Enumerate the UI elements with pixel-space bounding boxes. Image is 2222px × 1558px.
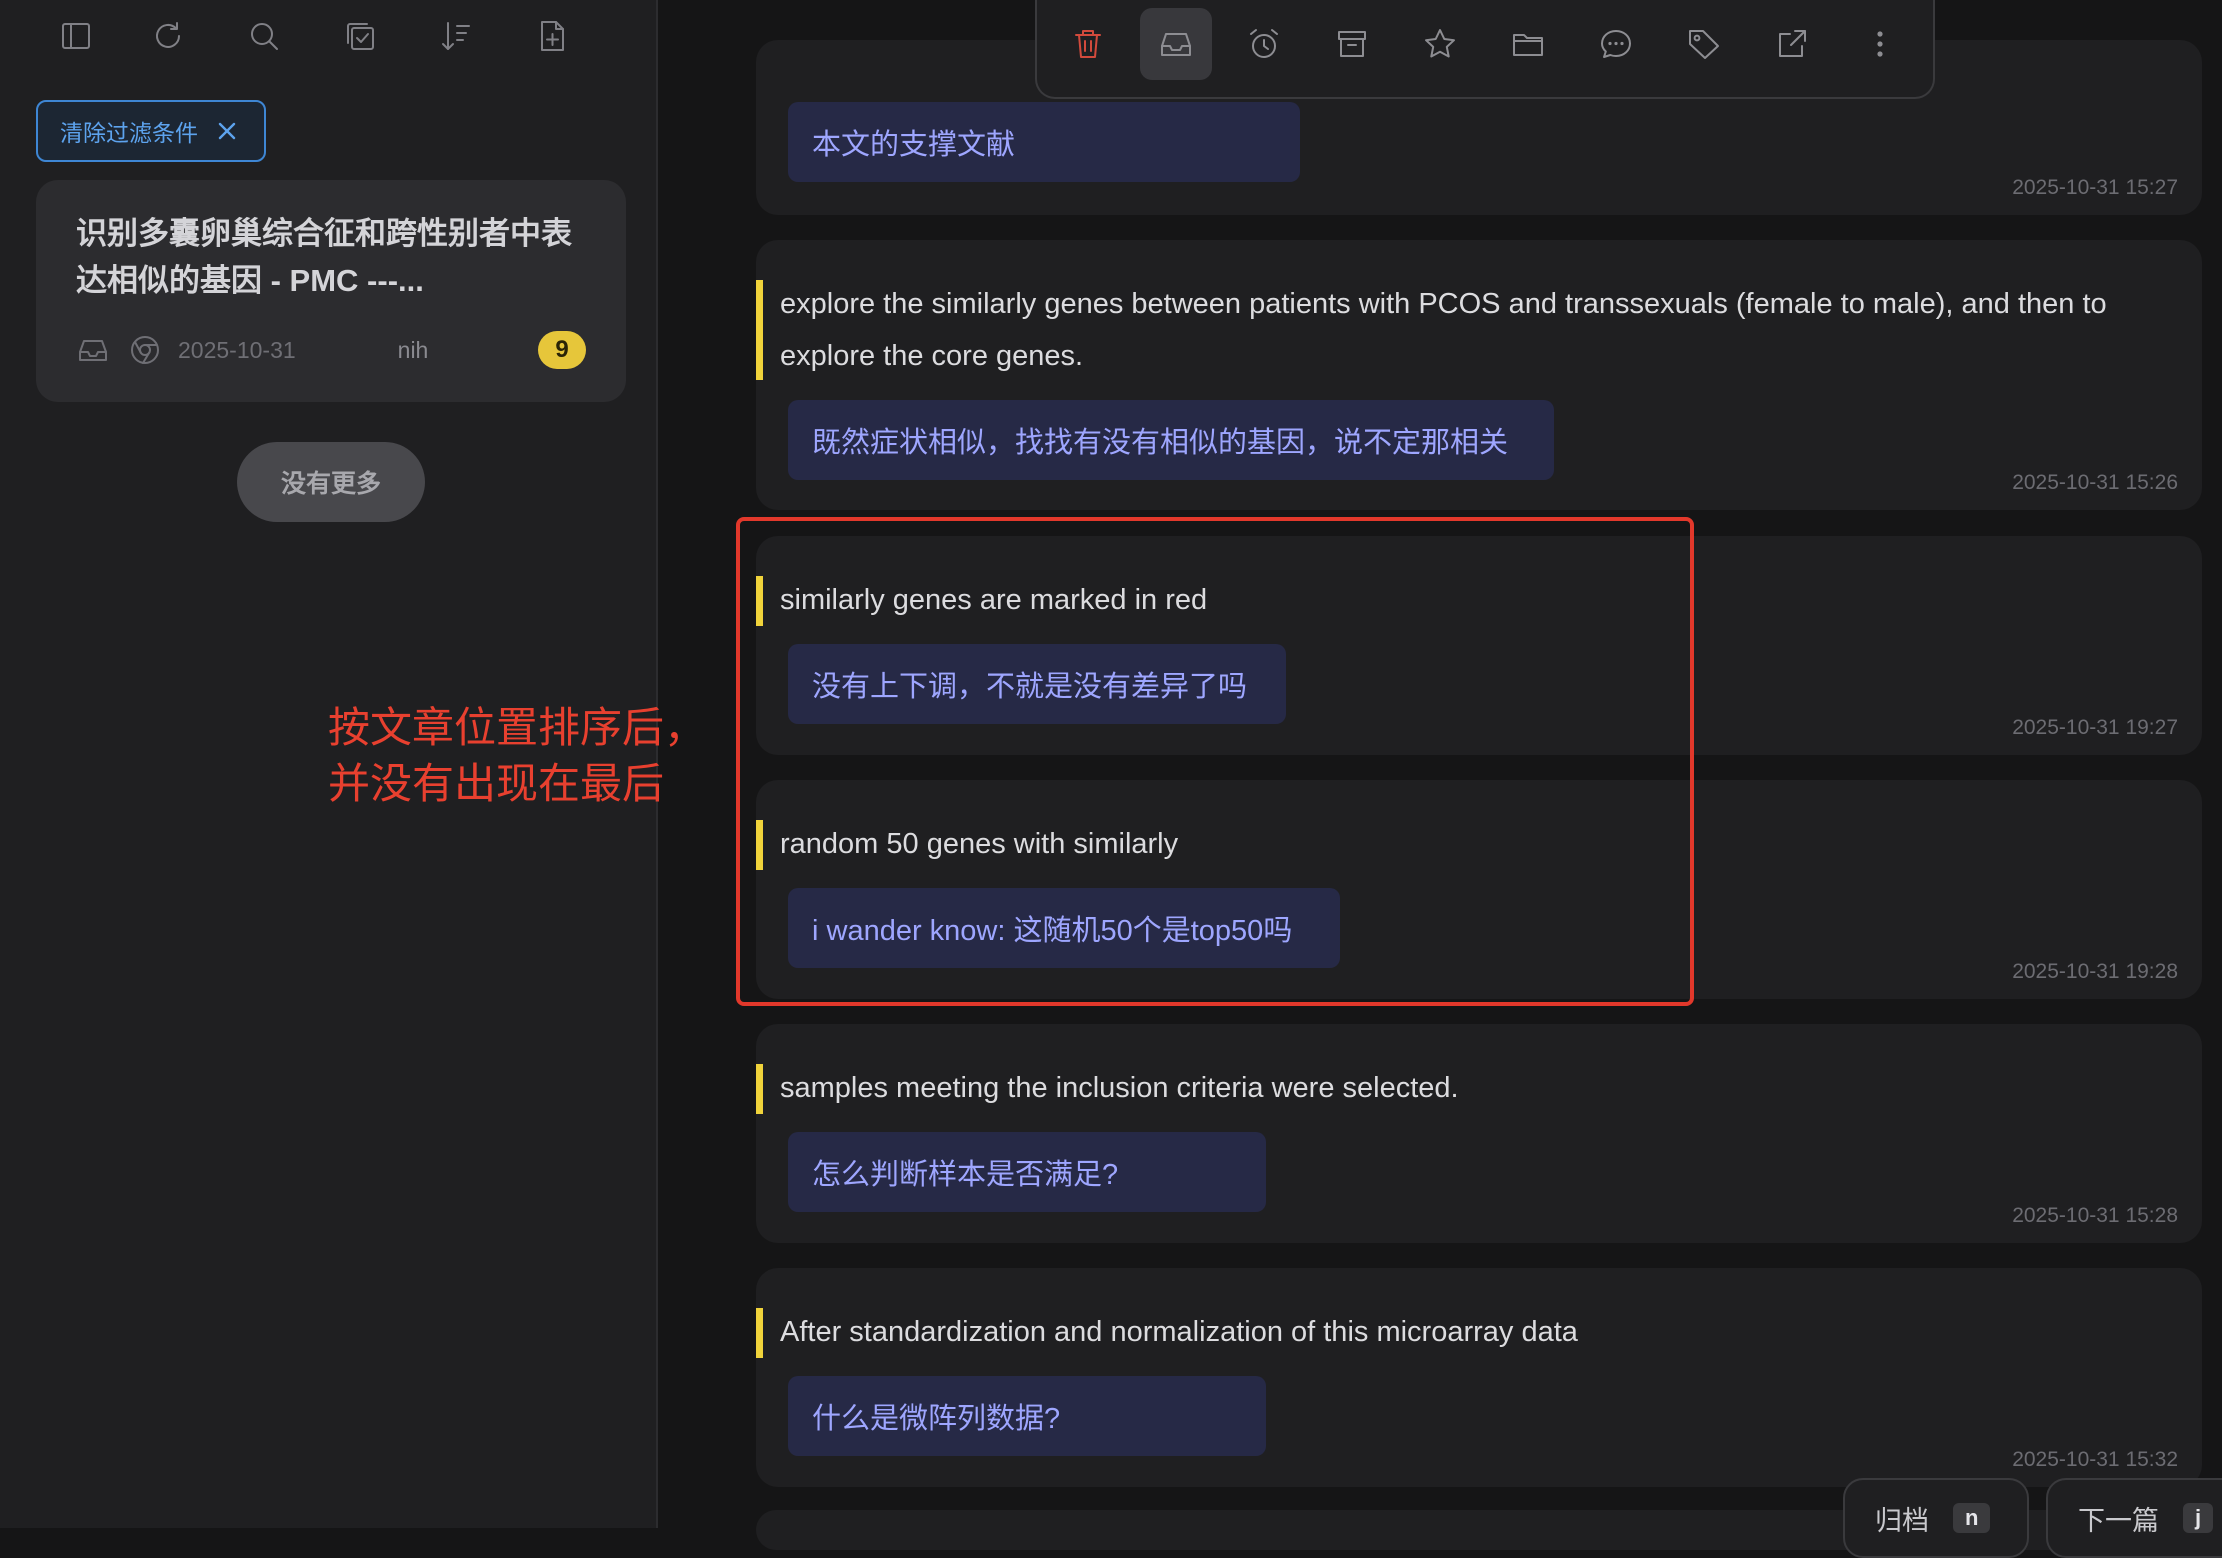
clear-filter-label: 清除过滤条件 [60, 120, 198, 146]
note-card[interactable]: After standardization and normalization … [756, 1268, 2202, 1487]
archive-icon [1338, 31, 1366, 57]
note-timestamp: 2025-10-31 15:28 [2012, 1204, 2178, 1227]
note-quote-text: samples meeting the inclusion criteria w… [780, 1072, 1459, 1104]
annotation-highlight-box [736, 517, 1694, 1006]
trash-icon [1075, 30, 1101, 58]
folder-button[interactable] [1492, 8, 1564, 80]
archive-button[interactable] [1316, 8, 1388, 80]
no-more-button[interactable]: 没有更多 [237, 442, 425, 522]
alarm-icon [1250, 29, 1278, 58]
star-button[interactable] [1404, 8, 1476, 80]
note-timestamp: 2025-10-31 19:27 [2012, 716, 2178, 739]
open-external-button[interactable] [1756, 8, 1828, 80]
clear-filter-chip[interactable]: 清除过滤条件 [36, 100, 266, 162]
shortcut-key: n [1953, 1503, 1991, 1533]
inbox-button[interactable] [1140, 8, 1212, 80]
tag-button[interactable] [1668, 8, 1740, 80]
highlight-bar [756, 1064, 763, 1114]
new-page-icon[interactable] [530, 14, 574, 58]
sort-icon[interactable] [434, 14, 478, 58]
annotation-count-badge: 9 [538, 331, 586, 369]
inbox-icon [1161, 33, 1191, 56]
note-comment[interactable]: 怎么判断样本是否满足? [788, 1132, 1266, 1212]
panel-icon[interactable] [54, 14, 98, 58]
article-source: nih [397, 336, 429, 363]
note-quote[interactable]: explore the similarly genes between pati… [756, 278, 2178, 382]
star-icon [1425, 29, 1455, 58]
select-all-icon[interactable] [338, 14, 382, 58]
folder-icon [1513, 34, 1543, 56]
refresh-icon[interactable] [146, 14, 190, 58]
inbox-icon [79, 340, 107, 361]
next-article-button[interactable]: 下一篇 j [2046, 1478, 2222, 1558]
highlight-bar [756, 1308, 763, 1358]
reminder-button[interactable] [1228, 8, 1300, 80]
highlight-bar [756, 280, 763, 380]
note-quote-text: After standardization and normalization … [780, 1316, 1578, 1348]
trash-button[interactable] [1052, 8, 1124, 80]
note-quote-text: explore the similarly genes between pati… [780, 288, 2107, 372]
note-timestamp: 2025-10-31 15:26 [2012, 471, 2178, 494]
more-button[interactable] [1844, 8, 1916, 80]
archive-action-label: 归档 [1875, 1505, 1929, 1536]
article-title: 识别多囊卵巢综合征和跨性别者中表达相似的基因 - PMC ---... [76, 216, 572, 298]
article-meta: 2025-10-31 nih 9 [76, 328, 586, 372]
note-timestamp: 2025-10-31 15:32 [2012, 1448, 2178, 1471]
external-link-icon [1779, 30, 1806, 57]
action-toolbar [1035, 0, 1935, 99]
more-icon [1877, 31, 1883, 57]
note-comment[interactable]: 既然症状相似，找找有没有相似的基因，说不定那相关 [788, 400, 1554, 480]
note-timestamp: 2025-10-31 15:27 [2012, 176, 2178, 199]
close-icon[interactable] [216, 120, 238, 142]
note-card[interactable]: samples meeting the inclusion criteria w… [756, 1024, 2202, 1243]
article-date: 2025-10-31 [178, 336, 296, 363]
note-card[interactable]: explore the similarly genes between pati… [756, 240, 2202, 510]
note-comment[interactable]: 什么是微阵列数据? [788, 1376, 1266, 1456]
shortcut-key: j [2183, 1503, 2214, 1533]
article-card[interactable]: 识别多囊卵巢综合征和跨性别者中表达相似的基因 - PMC ---... 2025… [36, 180, 626, 402]
comment-button[interactable] [1580, 8, 1652, 80]
note-quote[interactable]: samples meeting the inclusion criteria w… [756, 1062, 2178, 1114]
sidebar-toolbar [0, 0, 658, 72]
note-quote[interactable]: After standardization and normalization … [756, 1306, 2178, 1358]
note-comment[interactable]: 本文的支撑文献 [788, 102, 1300, 182]
search-icon[interactable] [242, 14, 286, 58]
archive-action-button[interactable]: 归档 n [1843, 1478, 2029, 1558]
chrome-icon [131, 336, 159, 364]
next-article-label: 下一篇 [2078, 1505, 2159, 1536]
note-timestamp: 2025-10-31 19:28 [2012, 960, 2178, 983]
annotation-text: 按文章位置排序后，并没有出现在最后 [328, 704, 707, 807]
comment-icon [1601, 30, 1631, 58]
tag-icon [1689, 30, 1719, 59]
